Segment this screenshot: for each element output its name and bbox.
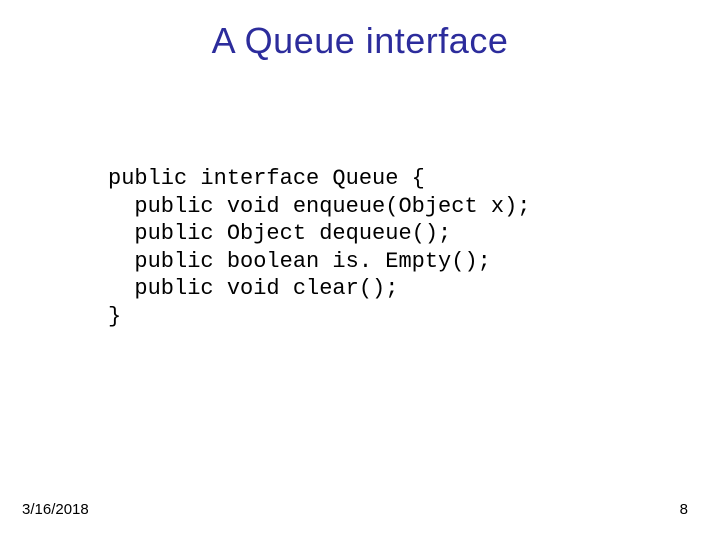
code-line: public void clear(); [108,276,398,301]
code-line: public Object dequeue(); [108,221,451,246]
code-line: public interface Queue { [108,166,425,191]
footer-page-number: 8 [680,501,688,518]
footer-date: 3/16/2018 [22,501,89,518]
code-block: public interface Queue { public void enq… [108,165,530,330]
code-line: public boolean is. Empty(); [108,249,491,274]
code-line: } [108,304,121,329]
code-line: public void enqueue(Object x); [108,194,530,219]
slide-title: A Queue interface [0,0,720,62]
